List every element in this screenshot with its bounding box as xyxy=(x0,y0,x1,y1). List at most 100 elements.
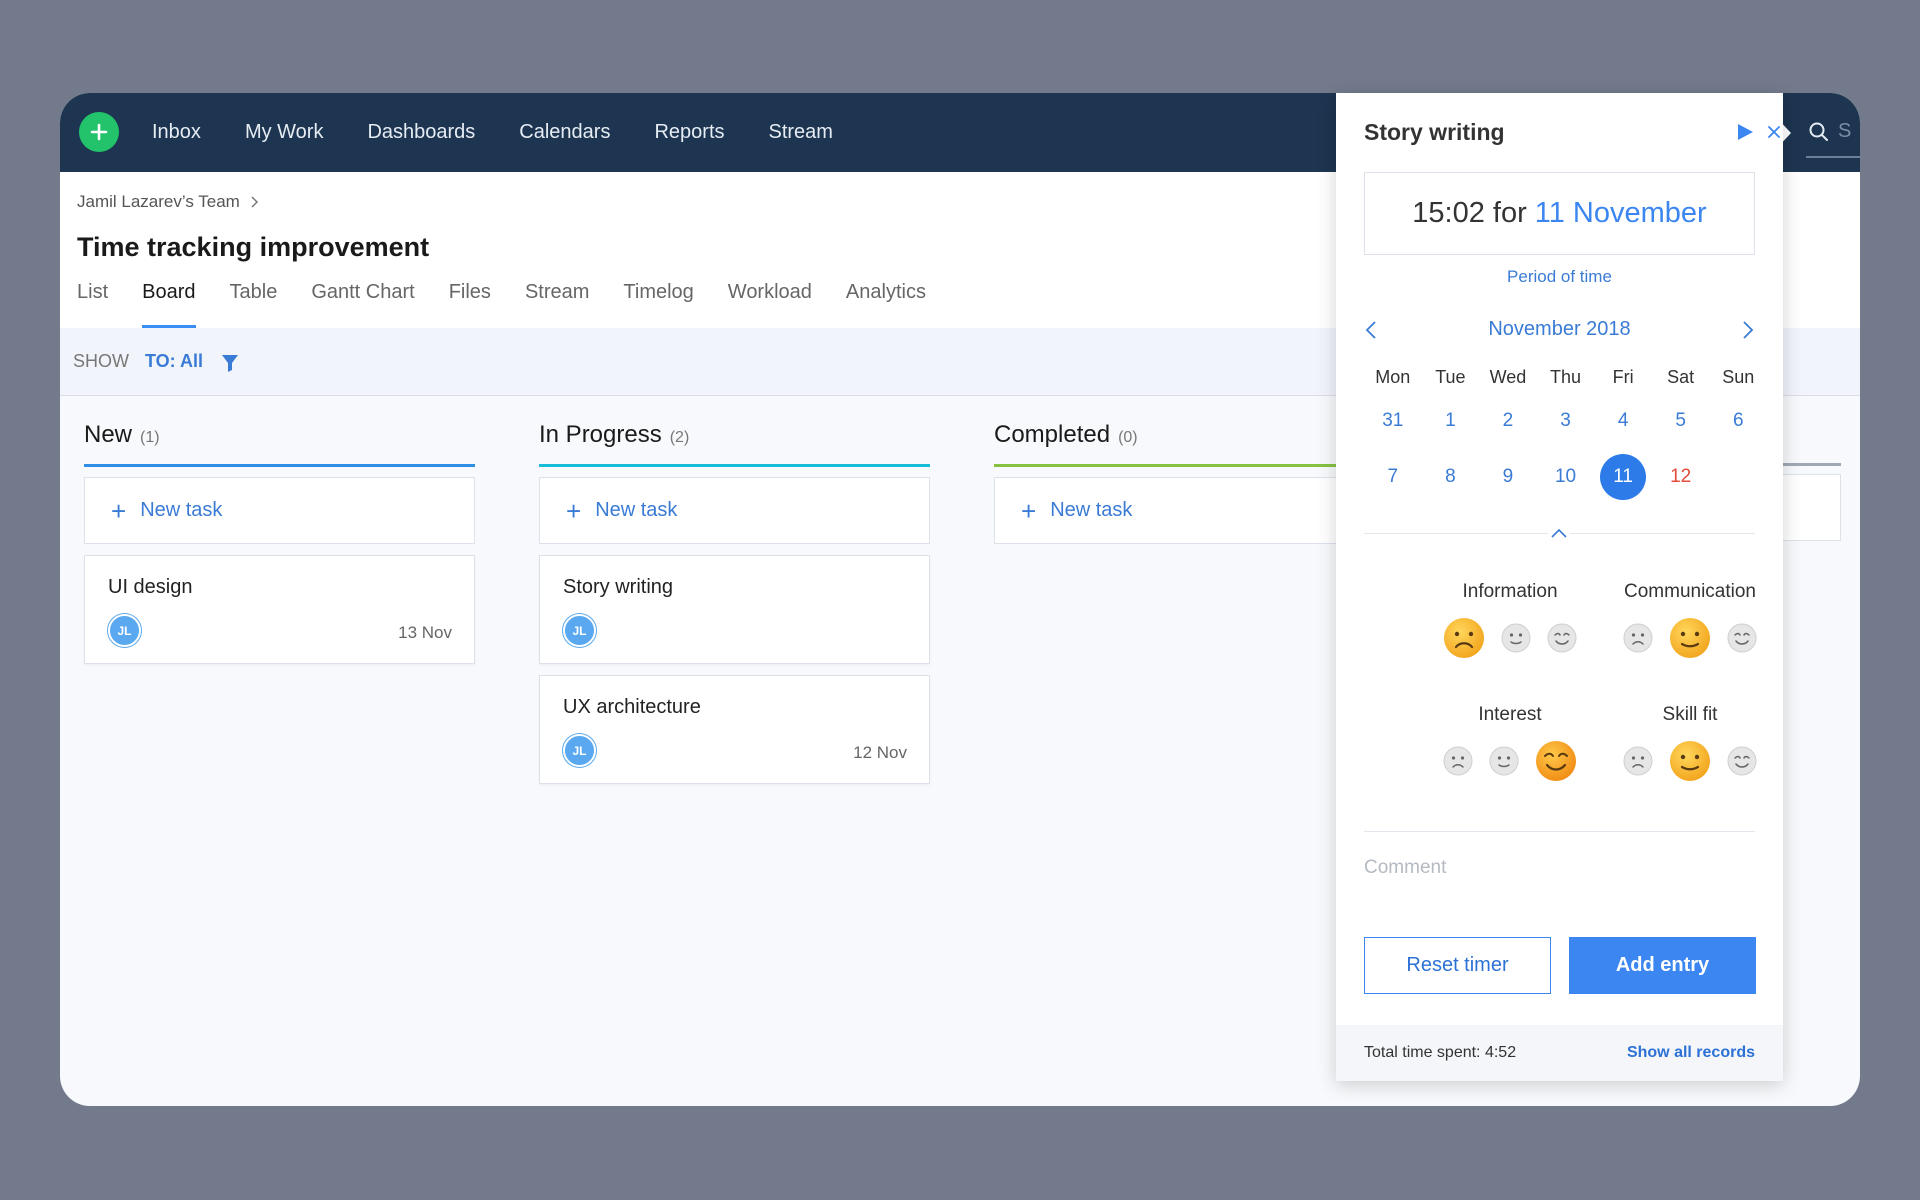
tab-timelog[interactable]: Timelog xyxy=(623,281,693,328)
rating-label: Interest xyxy=(1478,704,1542,725)
sad-face-icon[interactable] xyxy=(1443,617,1485,659)
task-due-date: 13 Nov xyxy=(398,623,452,642)
neutral-face-icon[interactable] xyxy=(1501,623,1531,653)
avatar: JL xyxy=(108,614,141,647)
calendar-day[interactable]: 9 xyxy=(1479,466,1537,488)
tab-gantt-chart[interactable]: Gantt Chart xyxy=(311,281,414,328)
assignee-filter[interactable]: TO: All xyxy=(145,351,203,372)
avatar: JL xyxy=(563,614,596,647)
nav-calendars[interactable]: Calendars xyxy=(519,121,610,144)
search-input[interactable]: S xyxy=(1838,120,1851,143)
column-color-line xyxy=(539,464,930,467)
nav-my-work[interactable]: My Work xyxy=(245,121,324,144)
new-task-label: New task xyxy=(1050,499,1133,521)
selected-day-number: 11 xyxy=(1600,454,1647,500)
calendar-day[interactable]: 5 xyxy=(1652,410,1710,432)
panel-task-title: Story writing xyxy=(1364,119,1505,145)
nav-inbox[interactable]: Inbox xyxy=(152,121,201,144)
page-title: Time tracking improvement xyxy=(77,232,430,262)
column-count: (1) xyxy=(140,429,160,446)
calendar-day[interactable]: 10 xyxy=(1537,466,1595,488)
avatar: JL xyxy=(563,734,596,767)
calendar-day[interactable]: 7 xyxy=(1364,466,1422,488)
new-task-button[interactable]: + New task xyxy=(84,477,475,544)
close-icon[interactable] xyxy=(1766,124,1782,140)
rating-options xyxy=(1420,617,1600,659)
new-task-button[interactable]: + New task xyxy=(539,477,930,544)
nav-dashboards[interactable]: Dashboards xyxy=(367,121,475,144)
task-title: UI design xyxy=(108,576,193,598)
search-underline xyxy=(1806,156,1860,158)
breadcrumb[interactable]: Jamil Lazarev’s Team xyxy=(77,192,259,212)
calendar-day[interactable]: 8 xyxy=(1422,466,1480,488)
calendar-day-selected[interactable]: 11 xyxy=(1594,454,1652,500)
show-all-records-link[interactable]: Show all records xyxy=(1627,1044,1755,1062)
happy-face-icon[interactable] xyxy=(1727,746,1757,776)
tab-board[interactable]: Board xyxy=(142,281,196,328)
sad-face-icon[interactable] xyxy=(1443,746,1473,776)
new-task-button[interactable]: + New task xyxy=(994,477,1385,544)
task-title: UX architecture xyxy=(563,696,701,718)
column-name: In Progress xyxy=(539,421,662,448)
plus-icon xyxy=(90,123,108,141)
filter-icon[interactable] xyxy=(221,353,239,373)
calendar-day[interactable]: 2 xyxy=(1479,410,1537,432)
weekday-label: Sun xyxy=(1722,366,1755,387)
play-icon[interactable] xyxy=(1736,123,1754,141)
column-count: (0) xyxy=(1118,429,1138,446)
new-task-label: New task xyxy=(595,499,678,521)
calendar-day[interactable]: 3 xyxy=(1537,410,1595,432)
sad-face-icon[interactable] xyxy=(1623,746,1653,776)
nav-stream[interactable]: Stream xyxy=(769,121,833,144)
chevron-up-icon[interactable] xyxy=(1548,526,1570,540)
panel-footer: Total time spent: 4:52 Show all records xyxy=(1336,1025,1783,1081)
calendar-day[interactable]: 31 xyxy=(1364,410,1422,432)
happy-face-icon[interactable] xyxy=(1547,623,1577,653)
time-entry-panel: Story writing 15:02 for 11 November Peri… xyxy=(1336,93,1783,1081)
new-task-button[interactable] xyxy=(1775,474,1841,541)
task-card[interactable]: UI design JL 13 Nov xyxy=(84,555,475,664)
neutral-face-icon[interactable] xyxy=(1669,617,1711,659)
tab-list[interactable]: List xyxy=(77,281,108,328)
calendar-day[interactable]: 4 xyxy=(1594,410,1652,432)
tab-workload[interactable]: Workload xyxy=(728,281,812,328)
weekday-label: Sat xyxy=(1667,366,1695,387)
time-entry-display[interactable]: 15:02 for 11 November xyxy=(1364,172,1755,255)
calendar-grid: Mon Tue Wed Thu Fri Sat Sun 31 1 2 3 4 5… xyxy=(1364,361,1767,505)
search-icon xyxy=(1809,122,1828,141)
weekday-label: Wed xyxy=(1489,366,1527,387)
task-card[interactable]: Story writing JL xyxy=(539,555,930,664)
rating-options xyxy=(1420,740,1600,782)
sad-face-icon[interactable] xyxy=(1623,623,1653,653)
column-count: (2) xyxy=(669,429,690,446)
period-of-time-link[interactable]: Period of time xyxy=(1336,267,1783,287)
comment-input[interactable]: Comment xyxy=(1364,857,1446,879)
entry-date[interactable]: 11 November xyxy=(1535,197,1707,230)
create-new-button[interactable] xyxy=(79,112,119,152)
calendar-day[interactable]: 1 xyxy=(1422,410,1480,432)
calendar-day[interactable]: 6 xyxy=(1709,410,1767,432)
chevron-right-icon[interactable] xyxy=(1741,320,1755,340)
tab-analytics[interactable]: Analytics xyxy=(846,281,926,328)
calendar-week: 7 8 9 10 11 12 xyxy=(1364,449,1767,505)
column-title: New (1) xyxy=(84,421,475,461)
breadcrumb-team[interactable]: Jamil Lazarev’s Team xyxy=(77,192,240,212)
neutral-face-icon[interactable] xyxy=(1669,740,1711,782)
reset-timer-button[interactable]: Reset timer xyxy=(1364,937,1551,994)
column-color-line xyxy=(84,464,475,467)
nav-reports[interactable]: Reports xyxy=(654,121,724,144)
tab-stream[interactable]: Stream xyxy=(525,281,589,328)
column-name: New xyxy=(84,421,133,448)
search-box[interactable]: S xyxy=(1800,93,1860,172)
rating-options xyxy=(1600,617,1780,659)
tab-files[interactable]: Files xyxy=(449,281,491,328)
calendar-day-today[interactable]: 12 xyxy=(1652,466,1710,488)
column-title: Completed (0) xyxy=(994,421,1385,461)
tab-table[interactable]: Table xyxy=(230,281,278,328)
happy-face-icon[interactable] xyxy=(1727,623,1757,653)
task-title: Story writing xyxy=(563,576,674,598)
neutral-face-icon[interactable] xyxy=(1489,746,1519,776)
add-entry-button[interactable]: Add entry xyxy=(1569,937,1756,994)
happy-face-icon[interactable] xyxy=(1535,740,1577,782)
task-card[interactable]: UX architecture JL 12 Nov xyxy=(539,675,930,784)
